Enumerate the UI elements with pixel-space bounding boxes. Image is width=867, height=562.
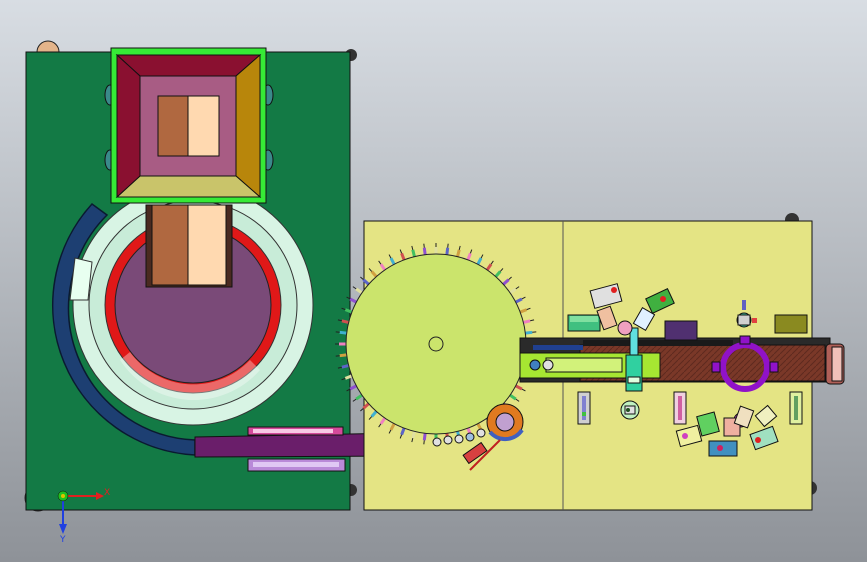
roller-small xyxy=(465,432,475,442)
pusher-head xyxy=(627,376,641,384)
part-pin xyxy=(717,445,723,451)
rail-top-2 xyxy=(583,340,733,346)
station-box[interactable] xyxy=(664,320,698,341)
y-axis-label: Y xyxy=(59,535,66,545)
ring-tab-top xyxy=(739,335,751,345)
roller-small xyxy=(476,428,486,438)
ring-tab-left xyxy=(711,361,721,373)
rail-roller xyxy=(529,359,541,371)
transfer-rail-inner xyxy=(545,357,623,373)
part-block[interactable] xyxy=(708,440,738,457)
rail-roller xyxy=(542,359,554,371)
chute-right xyxy=(187,204,227,286)
cad-viewport[interactable]: X Y xyxy=(0,0,867,562)
x-axis-label: X xyxy=(104,488,110,498)
station-pin xyxy=(660,296,666,302)
slide-slot xyxy=(794,396,798,420)
hopper-wall-left xyxy=(116,53,141,199)
hopper-outlet-right xyxy=(187,95,220,157)
part-pin xyxy=(682,433,688,439)
pusher-body[interactable] xyxy=(625,354,643,392)
assembly-module[interactable] xyxy=(335,213,845,511)
sensor-post xyxy=(742,300,746,310)
hopper-wall-top xyxy=(115,54,262,77)
hopper-wall-bottom xyxy=(115,175,262,198)
track-rail-top-inner xyxy=(253,429,333,433)
station-sensor[interactable] xyxy=(774,314,808,334)
station-joint xyxy=(617,320,633,336)
origin-core xyxy=(61,494,65,498)
chute-left xyxy=(151,204,189,286)
conveyor-end-cap xyxy=(831,346,843,382)
hopper-wall-right xyxy=(235,53,261,199)
roller-small xyxy=(443,435,453,445)
knob-dot xyxy=(626,408,630,412)
slide-slot xyxy=(678,396,682,420)
feed-chute[interactable] xyxy=(145,204,233,288)
sensor-pin xyxy=(752,318,757,323)
tiny-marker xyxy=(582,412,586,416)
ring-tab-right xyxy=(769,361,779,373)
roller-small xyxy=(432,437,442,447)
sensor-cap xyxy=(737,314,751,326)
hopper-outlet-left xyxy=(157,95,189,157)
station-block-top xyxy=(570,316,598,322)
dial-hub xyxy=(428,336,444,352)
slide-slot xyxy=(582,396,586,420)
roller-small xyxy=(454,434,464,444)
cam-hub xyxy=(495,412,515,432)
station-pin xyxy=(611,287,617,293)
track-rail-bottom-inner xyxy=(253,462,339,467)
hopper[interactable] xyxy=(110,47,267,204)
part-pin xyxy=(755,437,761,443)
rail-top xyxy=(533,345,583,350)
assembly-drawing[interactable]: X Y xyxy=(0,0,867,562)
